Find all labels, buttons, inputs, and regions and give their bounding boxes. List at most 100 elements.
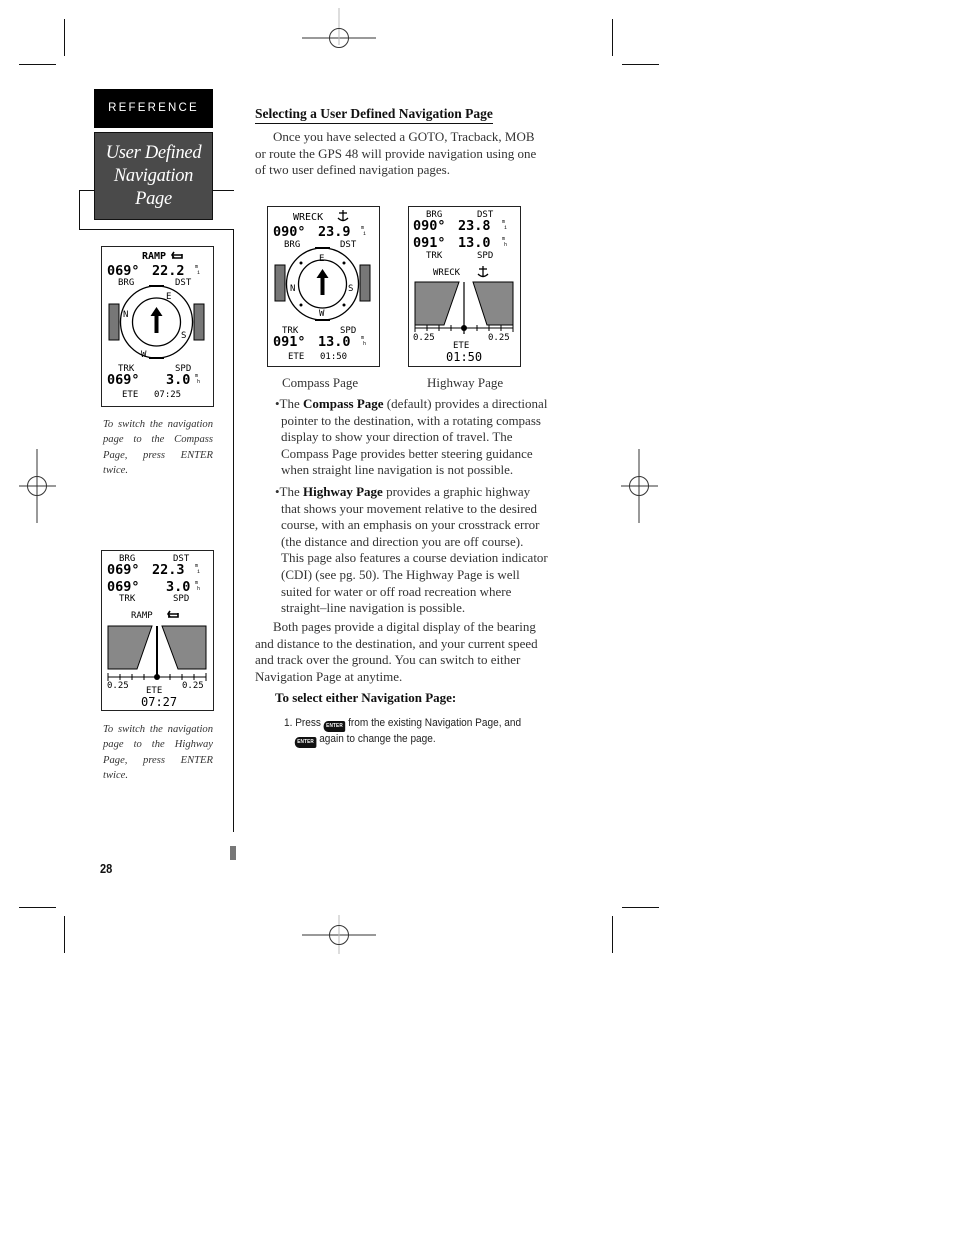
svg-text:S: S bbox=[348, 284, 353, 294]
crop-mark bbox=[64, 916, 65, 953]
speed-value: 3.0 bbox=[166, 372, 190, 388]
tab-connector-line bbox=[213, 190, 234, 191]
ete-value: 07:25 bbox=[154, 390, 181, 400]
spd-label: SPD bbox=[173, 594, 189, 604]
track-value: 091° bbox=[273, 334, 306, 350]
svg-text:W: W bbox=[319, 309, 325, 319]
speed-value: 3.0 bbox=[166, 579, 190, 595]
page-title-line2: Navigation Page bbox=[113, 165, 194, 209]
bearing-value: 069° bbox=[107, 562, 140, 578]
term-highway-page: Highway Page bbox=[303, 484, 383, 499]
svg-text:W: W bbox=[141, 350, 147, 360]
speed-value: 13.0 bbox=[318, 334, 351, 350]
ete-value: 01:50 bbox=[446, 350, 482, 364]
cdi-scale-left: 0.25 bbox=[413, 333, 435, 343]
page-title-line1: User Defined bbox=[105, 142, 202, 163]
procedure-step-1: 1. Press ENTER from the existing Navigat… bbox=[284, 716, 545, 748]
boat-ramp-icon bbox=[171, 251, 183, 259]
gps-screen-compass-small: RAMP 069° 22.2 m i BRG DST E S W N TRK S… bbox=[101, 246, 214, 407]
highway-graphic bbox=[107, 625, 207, 681]
crop-mark bbox=[64, 19, 65, 56]
speed-value: 13.0 bbox=[458, 235, 491, 251]
ete-value: 01:50 bbox=[320, 352, 347, 362]
crop-mark bbox=[622, 64, 659, 65]
track-value: 069° bbox=[107, 579, 140, 595]
waypoint-name: WRECK bbox=[293, 212, 323, 223]
brg-label: BRG bbox=[118, 278, 134, 288]
svg-text:h: h bbox=[197, 379, 200, 385]
dst-label: DST bbox=[175, 278, 192, 288]
intro-paragraph: Once you have selected a GOTO, Tracback,… bbox=[255, 129, 537, 178]
page-number: 28 bbox=[100, 861, 113, 876]
sidebar-frame-line bbox=[233, 229, 234, 832]
summary-paragraph: Both pages provide a digital display of … bbox=[255, 619, 538, 684]
ete-label: ETE bbox=[122, 390, 138, 400]
waypoint-name: WRECK bbox=[433, 268, 461, 278]
distance-value: 22.2 bbox=[152, 263, 185, 279]
bullet-highway-page: •The Highway Page provides a graphic hig… bbox=[275, 484, 548, 616]
term-compass-page: Compass Page bbox=[303, 396, 384, 411]
svg-text:i: i bbox=[197, 270, 200, 276]
crop-mark bbox=[612, 916, 613, 953]
crop-mark bbox=[19, 907, 56, 908]
svg-text:h: h bbox=[197, 586, 200, 592]
section-heading: Selecting a User Defined Navigation Page bbox=[255, 106, 493, 124]
track-value: 069° bbox=[107, 372, 140, 388]
sidebar-caption: To switch the navigation page to the Com… bbox=[103, 419, 213, 477]
boat-ramp-icon bbox=[167, 610, 179, 618]
ete-label: ETE bbox=[288, 352, 304, 362]
section-tab: REFERENCE bbox=[94, 89, 213, 128]
crop-mark bbox=[19, 64, 56, 65]
registration-mark-icon bbox=[302, 915, 376, 954]
tab-connector-line bbox=[79, 190, 80, 229]
cdi-scale-left: 0.25 bbox=[107, 681, 129, 691]
svg-text:E: E bbox=[166, 292, 171, 302]
svg-text:N: N bbox=[290, 284, 295, 294]
svg-text:i: i bbox=[504, 225, 507, 231]
highway-page-caption: Highway Page bbox=[427, 375, 504, 390]
enter-key-icon: ENTER bbox=[294, 737, 317, 748]
crop-mark bbox=[612, 19, 613, 56]
cdi-scale-right: 0.25 bbox=[182, 681, 204, 691]
waypoint-name: RAMP bbox=[142, 251, 166, 262]
sidebar-frame-line bbox=[79, 229, 234, 230]
svg-text:h: h bbox=[504, 242, 507, 248]
trk-label: TRK bbox=[119, 594, 136, 604]
tab-connector-line bbox=[79, 190, 94, 191]
anchor-icon bbox=[477, 266, 489, 278]
distance-value: 23.8 bbox=[458, 218, 491, 234]
svg-text:S: S bbox=[181, 331, 186, 341]
spd-label: SPD bbox=[477, 251, 493, 261]
compass-rose: E S W N bbox=[108, 285, 205, 360]
registration-mark-icon bbox=[302, 8, 376, 48]
crop-mark bbox=[622, 907, 659, 908]
bullet-compass-page: •The Compass Page (default) provides a d… bbox=[275, 396, 548, 478]
compass-page-caption: Compass Page bbox=[282, 375, 359, 390]
svg-text:N: N bbox=[123, 310, 128, 320]
distance-value: 23.9 bbox=[318, 224, 351, 240]
cdi-scale-right: 0.25 bbox=[488, 333, 510, 343]
procedure-heading: To select either Navigation Page: bbox=[275, 690, 457, 705]
brg-label: BRG bbox=[284, 240, 300, 250]
dst-label: DST bbox=[340, 240, 357, 250]
compass-rose: E S W N bbox=[274, 247, 371, 321]
gps-screen-highway: BRG DST 090° 23.8 mi 091° 13.0 mh TRK SP… bbox=[408, 206, 521, 367]
waypoint-name: RAMP bbox=[131, 611, 153, 621]
page-edge-marker bbox=[230, 846, 236, 860]
gps-screen-highway-small: BRG DST 069° 22.3 mi 069° 3.0 mh TRK SPD… bbox=[101, 550, 214, 711]
enter-key-icon: ENTER bbox=[323, 721, 346, 732]
svg-text:E: E bbox=[319, 254, 324, 264]
registration-mark-icon bbox=[19, 449, 56, 523]
svg-text:i: i bbox=[363, 231, 366, 237]
bearing-value: 090° bbox=[413, 218, 446, 234]
registration-mark-icon bbox=[621, 449, 658, 523]
distance-value: 22.3 bbox=[152, 562, 185, 578]
sidebar-caption: To switch the navigation page to the Hig… bbox=[103, 724, 213, 782]
bearing-value: 090° bbox=[273, 224, 306, 240]
page-title-box: User Defined Navigation Page bbox=[94, 132, 213, 220]
ete-value: 07:27 bbox=[141, 695, 177, 709]
gps-screen-compass: WRECK 090° 23.9 mi BRG DST E S W N TRK S… bbox=[267, 206, 380, 367]
track-value: 091° bbox=[413, 235, 446, 251]
svg-text:i: i bbox=[197, 569, 200, 575]
trk-label: TRK bbox=[426, 251, 443, 261]
